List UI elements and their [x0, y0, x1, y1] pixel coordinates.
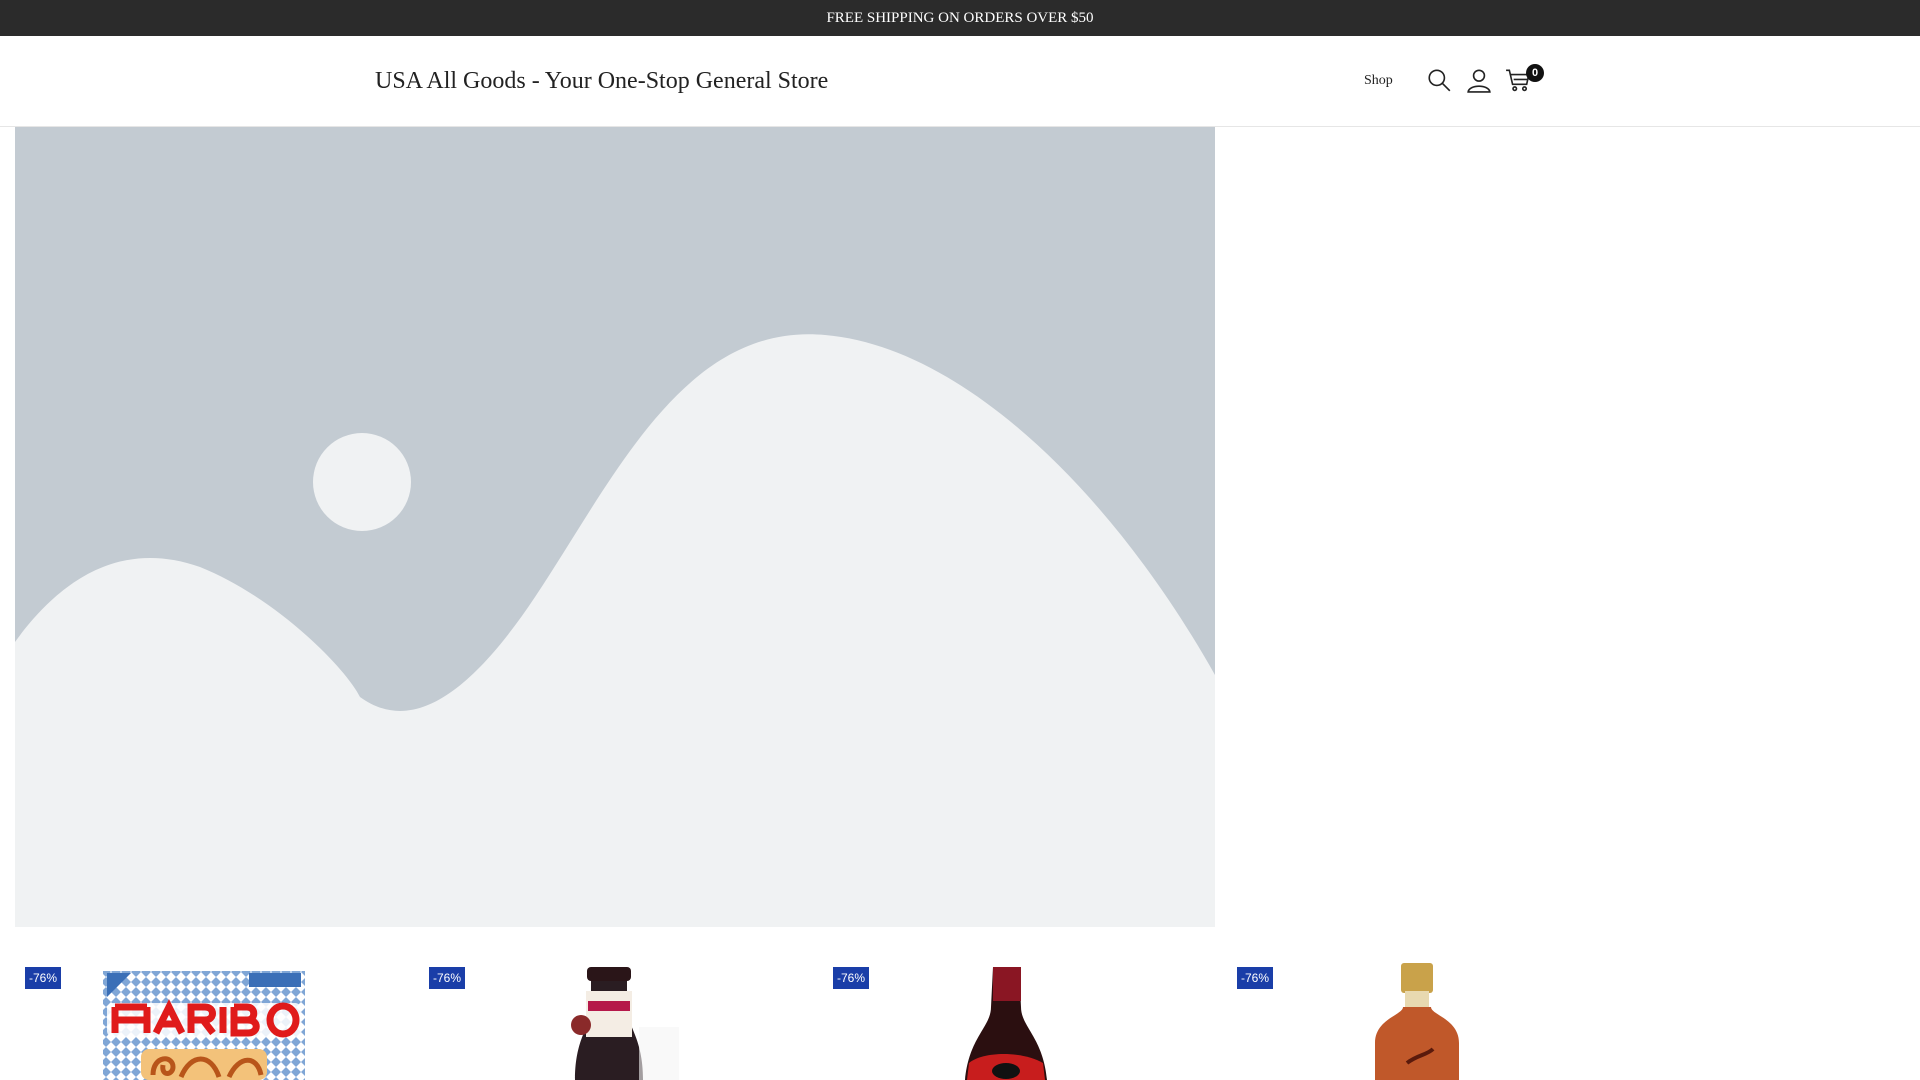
liqueur-bottle-image: [965, 967, 1047, 1080]
discount-badge: -76%: [25, 967, 62, 989]
site-header: USA All Goods - Your One-Stop General St…: [0, 36, 1920, 127]
product-card[interactable]: -76%: [15, 927, 419, 1080]
product-card[interactable]: -76%: [823, 927, 1227, 1080]
nav-link-shop[interactable]: Shop: [1364, 36, 1393, 126]
discount-badge: -76%: [429, 967, 466, 989]
discount-badge: -76%: [1237, 967, 1274, 989]
announcement-bar: FREE SHIPPING ON ORDERS OVER $50: [0, 0, 1920, 36]
product-card[interactable]: -76%: [1227, 927, 1631, 1080]
haribo-brezeln-image: [103, 971, 305, 1080]
amber-spirit-bottle-image: [1375, 963, 1459, 1080]
search-icon[interactable]: [1424, 65, 1454, 95]
discount-badge: -76%: [833, 967, 870, 989]
account-icon[interactable]: [1464, 65, 1494, 95]
announcement-text: FREE SHIPPING ON ORDERS OVER $50: [826, 9, 1094, 26]
sun-shape: [313, 433, 411, 531]
site-title-link[interactable]: USA All Goods - Your One-Stop General St…: [375, 36, 828, 126]
cart-count-badge: 0: [1526, 64, 1544, 82]
product-card[interactable]: -76%: [419, 927, 823, 1080]
placeholder-landscape-image: [15, 127, 1215, 927]
product-grid: -76% -76% -76% -76%: [0, 927, 1920, 1080]
wine-bottle-image: [571, 967, 679, 1080]
hero-image-placeholder[interactable]: [15, 127, 1215, 927]
